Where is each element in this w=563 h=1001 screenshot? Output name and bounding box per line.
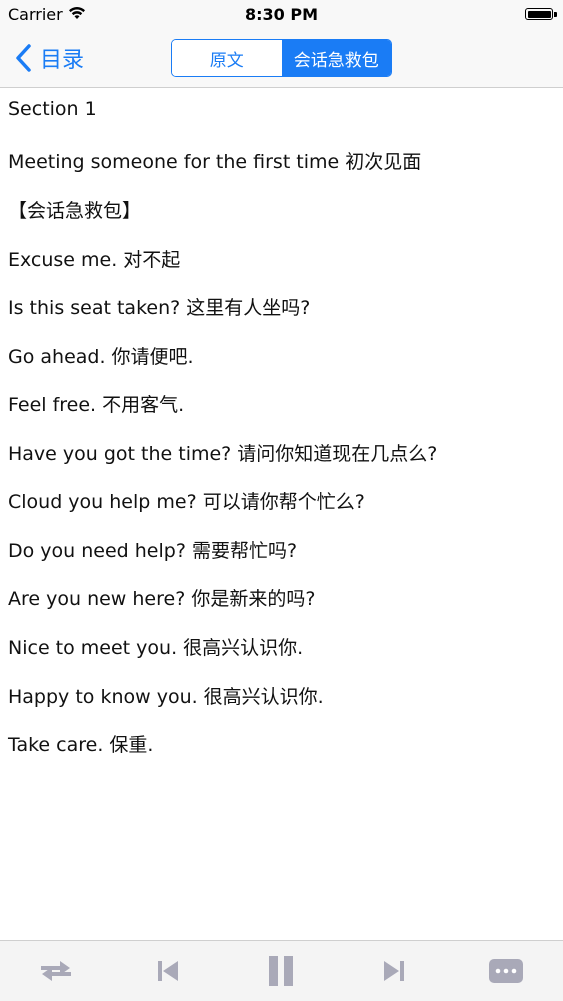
segmented-control: 原文 会话急救包 <box>171 39 392 77</box>
more-icon <box>489 959 523 983</box>
status-time: 8:30 PM <box>244 5 318 24</box>
segment-conversation-kit[interactable]: 会话急救包 <box>281 40 391 76</box>
battery-nub <box>554 12 557 17</box>
content-line: Have you got the time? 请问你知道现在几点么? <box>8 443 438 465</box>
battery-icon <box>525 8 553 20</box>
nav-bar: 目录 原文 会话急救包 <box>0 30 563 88</box>
more-button[interactable] <box>488 953 524 989</box>
segment-original-text[interactable]: 原文 <box>172 40 282 76</box>
chevron-left-icon <box>16 44 31 72</box>
content-line: Is this seat taken? 这里有人坐吗? <box>8 297 311 319</box>
content-line: Go ahead. 你请便吧. <box>8 346 194 368</box>
next-icon <box>384 961 404 981</box>
next-button[interactable] <box>376 953 412 989</box>
previous-button[interactable] <box>150 953 186 989</box>
pause-button[interactable] <box>263 953 299 989</box>
content-line: Take care. 保重. <box>8 734 154 756</box>
pause-icon <box>269 956 293 986</box>
content-line: Happy to know you. 很高兴认识你. <box>8 686 324 708</box>
content-line: Nice to meet you. 很高兴认识你. <box>8 637 304 659</box>
content-line: Meeting someone for the first time 初次见面 <box>8 151 422 173</box>
content-line: Do you need help? 需要帮忙吗? <box>8 540 298 562</box>
back-label: 目录 <box>40 48 85 73</box>
back-button[interactable]: 目录 <box>14 40 84 76</box>
shuffle-button[interactable] <box>38 953 74 989</box>
text-content: Section 1 Meeting someone for the first … <box>0 88 563 940</box>
player-toolbar <box>0 940 563 1001</box>
status-bar: Carrier 8:30 PM <box>0 0 563 30</box>
content-line: Section 1 <box>8 98 97 120</box>
content-line: Excuse me. 对不起 <box>8 249 181 271</box>
previous-icon <box>158 961 178 981</box>
content-line: Are you new here? 你是新来的吗? <box>8 588 316 610</box>
content-line: Cloud you help me? 可以请你帮个忙么? <box>8 491 365 513</box>
shuffle-icon <box>41 961 71 981</box>
content-line: Feel free. 不用客气. <box>8 394 185 416</box>
content-line: 【会话急救包】 <box>8 200 142 222</box>
